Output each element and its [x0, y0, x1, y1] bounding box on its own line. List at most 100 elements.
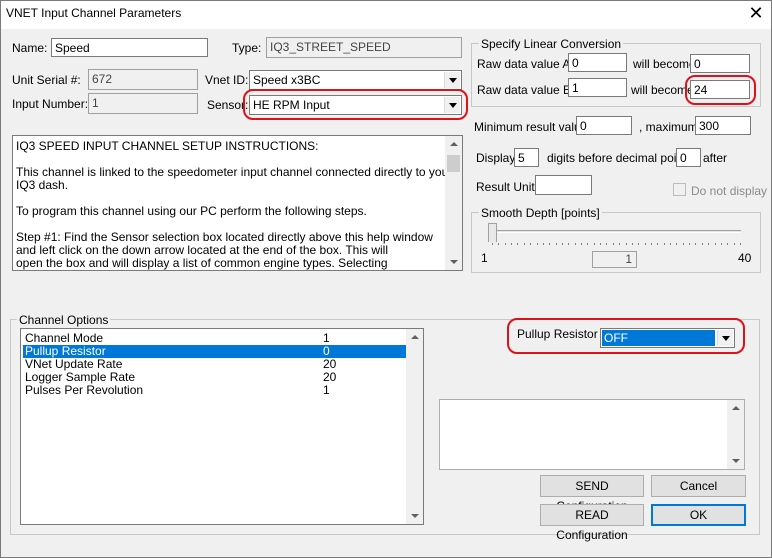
pullup-resistor-highlight [507, 318, 745, 354]
result-b-highlight [685, 75, 756, 105]
name-label: Name: [12, 41, 48, 55]
unit-serial-label: Unit Serial #: [12, 73, 81, 87]
smooth-current-value: 1 [592, 251, 637, 268]
slider-tick [689, 243, 691, 245]
slider-tick [523, 243, 525, 245]
slider-tick [600, 243, 602, 245]
smooth-slider-track[interactable] [490, 230, 741, 233]
vnet-id-label: Vnet ID: [205, 73, 249, 87]
instructions-line: IQ3 dash. [16, 178, 69, 192]
result-a-field[interactable]: 0 [690, 54, 750, 73]
slider-tick [638, 243, 640, 245]
slider-tick [530, 243, 532, 245]
slider-tick [727, 243, 729, 245]
chevron-down-icon[interactable] [444, 72, 460, 88]
result-unit-field[interactable] [535, 175, 592, 195]
slider-tick [511, 243, 513, 245]
after-label: after [703, 151, 728, 165]
raw-b-field[interactable]: 1 [568, 78, 627, 97]
read-configuration-button[interactable]: READ Configuration [540, 504, 644, 542]
max-result-label: , maximum: [639, 120, 702, 134]
min-result-field[interactable]: 0 [576, 116, 632, 135]
instructions-line: This channel is linked to the speedomete… [16, 165, 453, 179]
slider-tick [695, 243, 697, 245]
min-result-label: Minimum result value: [474, 120, 591, 134]
vnet-id-select[interactable]: Speed x3BC [249, 70, 462, 90]
digits-after-field[interactable]: 0 [676, 148, 701, 167]
scroll-down-icon[interactable] [445, 253, 462, 270]
input-number-label: Input Number: [12, 97, 89, 111]
type-field: IQ3_STREET_SPEED [266, 37, 462, 58]
slider-tick [619, 243, 621, 245]
scroll-down-icon[interactable] [727, 452, 744, 469]
max-result-field[interactable]: 300 [695, 116, 751, 135]
slider-tick [631, 243, 633, 245]
instructions-line: IQ3 SPEED INPUT CHANNEL SETUP INSTRUCTIO… [16, 139, 319, 153]
name-field[interactable]: Speed [51, 38, 208, 57]
slider-tick [593, 243, 595, 245]
instructions-line: To program this channel using our PC per… [16, 204, 367, 218]
sensor-highlight [243, 89, 468, 120]
ok-button[interactable]: OK [651, 504, 746, 526]
slider-tick [625, 243, 627, 245]
type-label: Type: [232, 41, 262, 55]
window-title: VNET Input Channel Parameters [6, 6, 182, 20]
smooth-min-label: 1 [481, 251, 488, 265]
linear-conversion-title: Specify Linear Conversion [479, 37, 624, 51]
send-configuration-button[interactable]: SEND Configuration [540, 475, 644, 513]
scroll-down-icon[interactable] [406, 507, 423, 524]
display-label: Display: [476, 151, 519, 165]
scroll-up-icon[interactable] [727, 400, 744, 417]
vnet-id-value: Speed x3BC [253, 73, 321, 87]
channel-options-list[interactable]: Channel Mode 1 Pullup Resistor 0 VNet Up… [20, 328, 424, 525]
scroll-up-icon[interactable] [406, 329, 423, 346]
digits-before-label: digits before decimal point, [547, 151, 690, 165]
slider-tick [670, 243, 672, 245]
smooth-depth-title: Smooth Depth [points] [479, 206, 602, 220]
slider-tick [650, 243, 652, 245]
display-digits-field[interactable]: 5 [514, 148, 539, 167]
instructions-line: open the box and will display a list of … [16, 256, 388, 270]
result-unit-label: Result Unit: [476, 180, 539, 194]
slider-tick [581, 243, 583, 245]
slider-tick [701, 243, 703, 245]
close-icon[interactable]: ✕ [742, 1, 770, 27]
slider-tick [733, 243, 735, 245]
slider-tick [555, 243, 557, 245]
slider-tick [536, 243, 538, 245]
slider-tick [549, 243, 551, 245]
smooth-max-label: 40 [738, 251, 752, 265]
do-not-display-label: Do not display [691, 184, 768, 198]
slider-tick [682, 243, 684, 245]
smooth-slider-thumb[interactable] [488, 223, 497, 242]
slider-tick [517, 243, 519, 245]
slider-tick [568, 243, 570, 245]
slider-tick [587, 243, 589, 245]
slider-tick [561, 243, 563, 245]
slider-tick [542, 243, 544, 245]
unit-serial-field: 672 [88, 69, 198, 90]
slider-tick [714, 243, 716, 245]
status-box [439, 399, 745, 470]
instructions-scrollbar[interactable] [445, 136, 462, 270]
slider-tick [606, 243, 608, 245]
instructions-textbox[interactable]: IQ3 SPEED INPUT CHANNEL SETUP INSTRUCTIO… [12, 135, 463, 271]
raw-a-field[interactable]: 0 [568, 53, 627, 72]
slider-tick [720, 243, 722, 245]
do-not-display-checkbox[interactable] [673, 183, 686, 196]
status-scrollbar[interactable] [727, 400, 744, 469]
list-item[interactable]: Pulses Per Revolution 1 [23, 384, 406, 397]
scroll-thumb[interactable] [447, 155, 460, 172]
scroll-up-icon[interactable] [445, 136, 462, 153]
channel-options-scrollbar[interactable] [406, 329, 423, 524]
raw-a-label: Raw data value A: [477, 57, 574, 71]
slider-tick [612, 243, 614, 245]
slider-tick [708, 243, 710, 245]
slider-tick [574, 243, 576, 245]
slider-tick [644, 243, 646, 245]
option-name: Pulses Per Revolution [25, 383, 144, 397]
slider-tick [498, 243, 500, 245]
slider-tick [740, 243, 741, 245]
slider-tick [492, 243, 493, 245]
cancel-button[interactable]: Cancel [651, 475, 746, 497]
